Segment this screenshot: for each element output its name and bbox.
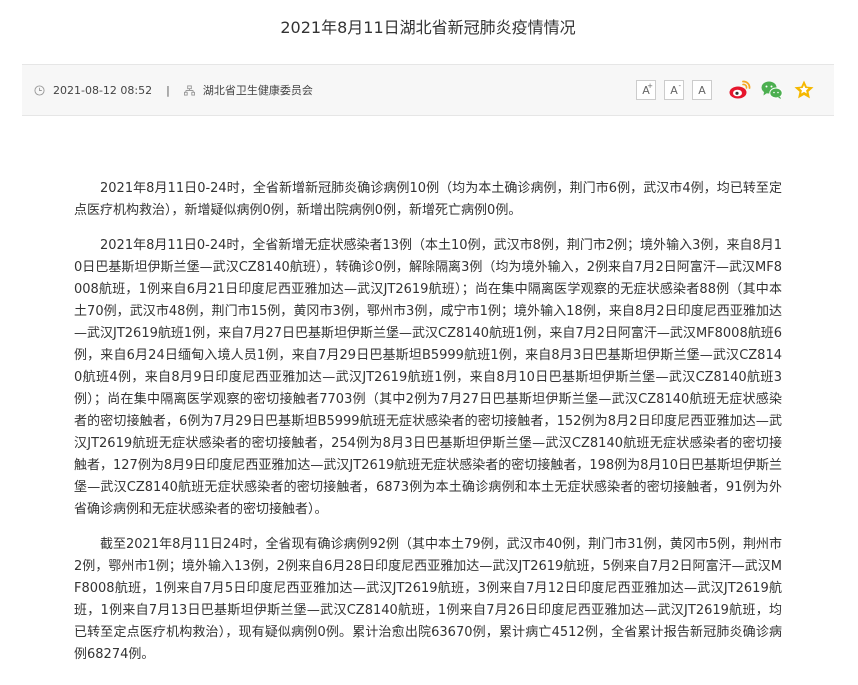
article-page: 2021年8月11日湖北省新冠肺炎疫情情况 2021-08-12 08:52 |… [22,0,834,685]
font-reset-label: A [698,83,706,97]
meta-separator: | [166,83,170,97]
font-reset-button[interactable]: A [692,80,712,100]
article-tools: A + A - A [636,65,816,115]
weibo-icon[interactable] [728,78,752,102]
font-decrease-label: A [670,83,678,97]
font-increase-button[interactable]: A + [636,80,656,100]
article-meta-bar: 2021-08-12 08:52 | 湖北省卫生健康委员会 A + A - A [22,65,834,116]
font-decrease-mark: - [678,82,681,90]
article-body: 2021年8月11日0-24时，全省新增新冠肺炎确诊病例10例（均为本土确诊病例… [74,178,782,679]
star-icon[interactable] [792,78,816,102]
article-source: 湖北省卫生健康委员会 [202,84,313,97]
publish-date: 2021-08-12 08:52 [53,83,153,97]
paragraph-cumulative: 截至2021年8月11日24时，全省现有确诊病例92例（其中本土79例，武汉市4… [74,537,782,662]
clock-icon [34,84,45,96]
wechat-icon[interactable] [760,78,784,102]
org-icon [183,84,195,96]
paragraph-asymptomatic: 2021年8月11日0-24时，全省新增无症状感染者13例（本土10例，武汉市8… [74,238,782,517]
font-decrease-button[interactable]: A - [664,80,684,100]
paragraph-confirmed: 2021年8月11日0-24时，全省新增新冠肺炎确诊病例10例（均为本土确诊病例… [74,181,782,218]
font-increase-mark: + [647,82,653,90]
article-meta: 2021-08-12 08:52 | 湖北省卫生健康委员会 [34,65,313,115]
page-title: 2021年8月11日湖北省新冠肺炎疫情情况 [280,18,576,37]
